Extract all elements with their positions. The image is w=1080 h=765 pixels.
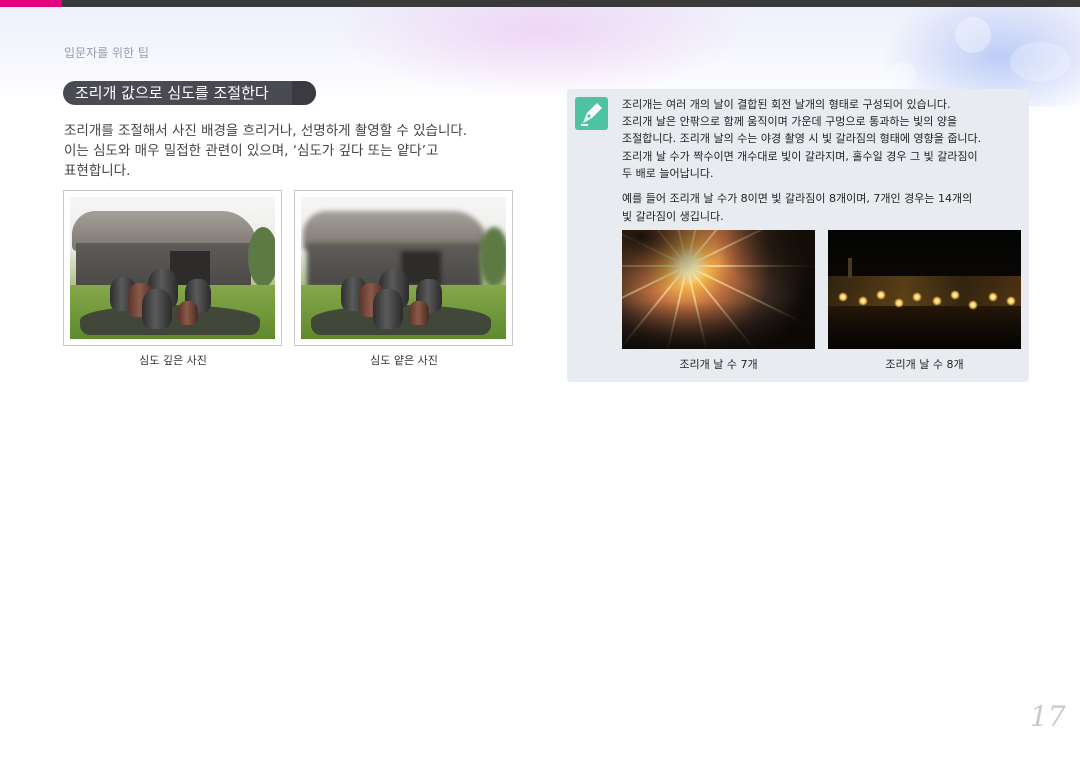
aperture-7-blades-photo — [622, 230, 815, 349]
aperture-8-caption: 조리개 날 수 8개 — [885, 358, 964, 371]
intro-line-1: 조리개를 조절해서 사진 배경을 흐리거나, 선명하게 촬영할 수 있습니다. — [64, 123, 468, 139]
note-p1-line-5: 두 배로 늘어납니다. — [622, 167, 714, 180]
note-p1-line-4: 조리개 날 수가 짝수이면 개수대로 빛이 갈라지며, 홀수일 경우 그 빛 갈… — [622, 150, 978, 163]
section-heading: 조리개 값으로 심도를 조절한다 — [63, 81, 316, 105]
note-p1-line-3: 조절합니다. 조리개 날의 수는 야경 촬영 시 빛 갈라짐의 형태에 영향을 … — [622, 132, 982, 145]
shallow-dof-photo — [294, 190, 513, 346]
top-bar — [0, 0, 1080, 7]
aperture-7-caption: 조리개 날 수 7개 — [679, 358, 758, 371]
intro-line-2: 이는 심도와 매우 밀접한 관련이 있으며, ‘심도가 깊다 또는 얕다’고 — [64, 143, 439, 159]
aperture-8-blades-photo — [828, 230, 1021, 349]
top-bar-accent — [0, 0, 62, 7]
intro-line-3: 표현합니다. — [64, 163, 131, 179]
page-number: 17 — [1030, 700, 1066, 733]
deep-dof-photo — [63, 190, 282, 346]
note-p2-line-1: 예를 들어 조리개 날 수가 8이면 빛 갈라짐이 8개이며, 7개인 경우는 … — [622, 192, 973, 205]
note-p1-line-1: 조리개는 여러 개의 날이 결합된 회전 날개의 형태로 구성되어 있습니다. — [622, 98, 951, 111]
breadcrumb: 입문자를 위한 팁 — [64, 46, 149, 60]
note-p1-line-2: 조리개 날은 안팎으로 함께 움직이며 가운데 구멍으로 통과하는 빛의 양을 — [622, 115, 958, 128]
section-heading-text: 조리개 값으로 심도를 조절한다 — [75, 84, 269, 102]
deep-dof-caption: 심도 깊은 사진 — [139, 354, 207, 367]
pen-note-icon — [575, 97, 608, 130]
note-p2-line-2: 빛 갈라짐이 생깁니다. — [622, 210, 724, 223]
shallow-dof-caption: 심도 얕은 사진 — [370, 354, 438, 367]
